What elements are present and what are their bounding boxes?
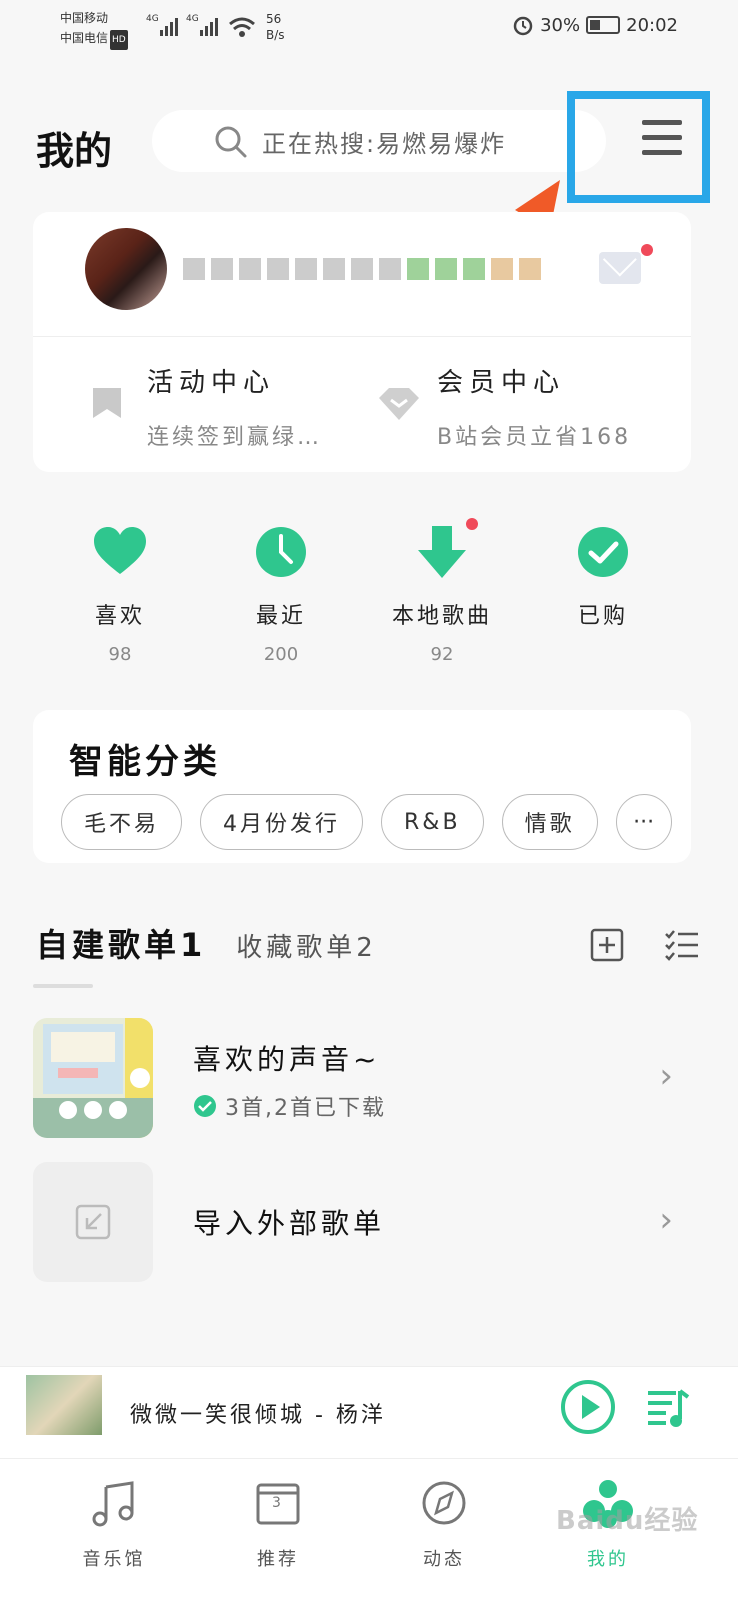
vip-center-title: 会员中心 [437,368,566,398]
smart-category-card: 智能分类 毛不易 4月份发行 R&B 情歌 ··· [33,710,691,863]
status-bar: 中国移动 中国电信 HD 4G 4G 56 B/s 30% 20:02 [0,0,738,60]
activity-center-title: 活动中心 [147,368,276,398]
search-icon [215,126,247,158]
mini-player[interactable]: 微微一笑很倾城 - 杨洋 [0,1366,738,1458]
search-bar[interactable]: 正在热搜:易燃易爆炸 [152,110,606,172]
playlist-sub-text: 3首,2首已下载 [225,1096,386,1121]
quick-recent-label: 最近 [255,604,306,629]
alarm-icon [513,16,533,36]
profile-card: 活动中心 连续签到赢绿… 会员中心 B站会员立省168 [33,212,691,472]
chevron-right-icon: › [659,1056,673,1096]
tab-collected-playlists[interactable]: 收藏歌单2 [236,927,377,964]
carrier-info: 中国移动 中国电信 HD [60,8,128,50]
add-playlist-icon[interactable] [590,928,624,962]
more-button[interactable]: ··· [615,794,672,850]
chevron-right-icon: › [659,1200,673,1240]
chip-artist[interactable]: 毛不易 [61,794,183,850]
calendar-day: 3 [272,1495,281,1511]
hamburger-menu-icon[interactable] [636,120,688,164]
page-title: 我的 [36,129,113,173]
download-icon [418,526,466,578]
chip-rnb[interactable]: R&B [381,794,484,850]
hd-badge: HD [110,30,128,50]
quick-purchased-label: 已购 [577,604,628,629]
smart-category-title: 智能分类 [69,742,221,782]
play-icon[interactable] [560,1379,616,1435]
username-blurred[interactable] [183,258,541,280]
chip-love-songs[interactable]: 情歌 [501,794,598,850]
network-speed: 56 B/s [266,12,285,42]
network-type-2: 4G [186,14,199,24]
carrier-2: 中国电信 [60,31,109,45]
import-cover [33,1162,153,1282]
downloaded-check-icon [194,1095,216,1117]
nav-feed[interactable]: 动态 [384,1475,504,1571]
notification-dot [641,244,653,256]
tab-created-playlists[interactable]: 自建歌单1 [36,920,206,966]
signal-icon [160,18,178,36]
playlist-title: 喜欢的声音~ [193,1043,381,1076]
battery-percent: 30% [540,14,581,36]
mail-icon[interactable] [599,252,641,284]
heart-icon [94,527,146,574]
signal-icon-2 [200,18,218,36]
nav-recommend-label: 推荐 [257,1549,299,1570]
diamond-icon [379,388,419,420]
quick-local-count: 92 [430,644,454,665]
divider [33,336,691,337]
bookmark-icon [93,388,121,418]
quick-recent-count: 200 [263,644,299,665]
quick-like-count: 98 [108,644,132,665]
nav-music-hall[interactable]: 音乐馆 [54,1475,174,1571]
local-red-dot [466,518,478,530]
nav-feed-label: 动态 [423,1549,465,1570]
avatar[interactable] [85,228,167,310]
music-note-icon [92,1481,134,1527]
quick-local-label: 本地歌曲 [391,604,492,629]
playlist-tabs: 自建歌单1 收藏歌单2 [36,920,377,966]
playlist-cover [33,1018,153,1138]
check-icon [578,527,628,577]
compass-icon [422,1481,466,1525]
playlist-sub: 3首,2首已下载 [193,1090,386,1122]
nav-mine-label: 我的 [587,1549,629,1570]
wifi-icon [229,17,255,37]
chip-release[interactable]: 4月份发行 [200,794,364,850]
battery-icon [586,16,621,34]
quick-local[interactable]: 本地歌曲 92 [382,518,502,665]
quick-like[interactable]: 喜欢 98 [60,524,180,665]
quick-like-label: 喜欢 [94,604,145,629]
watermark: Baidu经验 [556,1506,699,1536]
activity-center-sub: 连续签到赢绿… [147,425,323,450]
clock-time: 20:02 [626,14,678,36]
tab-underline [33,984,93,988]
import-title: 导入外部歌单 [193,1207,386,1240]
search-placeholder: 正在热搜:易燃易爆炸 [262,129,507,158]
now-playing-title: 微微一笑很倾城 - 杨洋 [130,1403,386,1428]
manage-list-icon[interactable] [664,928,700,962]
quick-purchased[interactable]: 已购 [543,524,663,630]
network-type-1: 4G [146,14,159,24]
import-icon [75,1204,111,1240]
playlist-item-favorites[interactable]: 喜欢的声音~ 3首,2首已下载 › [33,1018,713,1138]
clock-icon [256,527,306,577]
quick-recent[interactable]: 最近 200 [221,524,341,665]
import-playlist-item[interactable]: 导入外部歌单 › [33,1162,713,1282]
carrier-1: 中国移动 [60,11,109,25]
playlist-queue-icon[interactable] [646,1385,690,1429]
nav-music-hall-label: 音乐馆 [82,1549,146,1570]
nav-recommend[interactable]: 3 推荐 [218,1475,338,1571]
now-playing-cover [26,1375,102,1435]
vip-center-sub: B站会员立省168 [437,425,632,450]
